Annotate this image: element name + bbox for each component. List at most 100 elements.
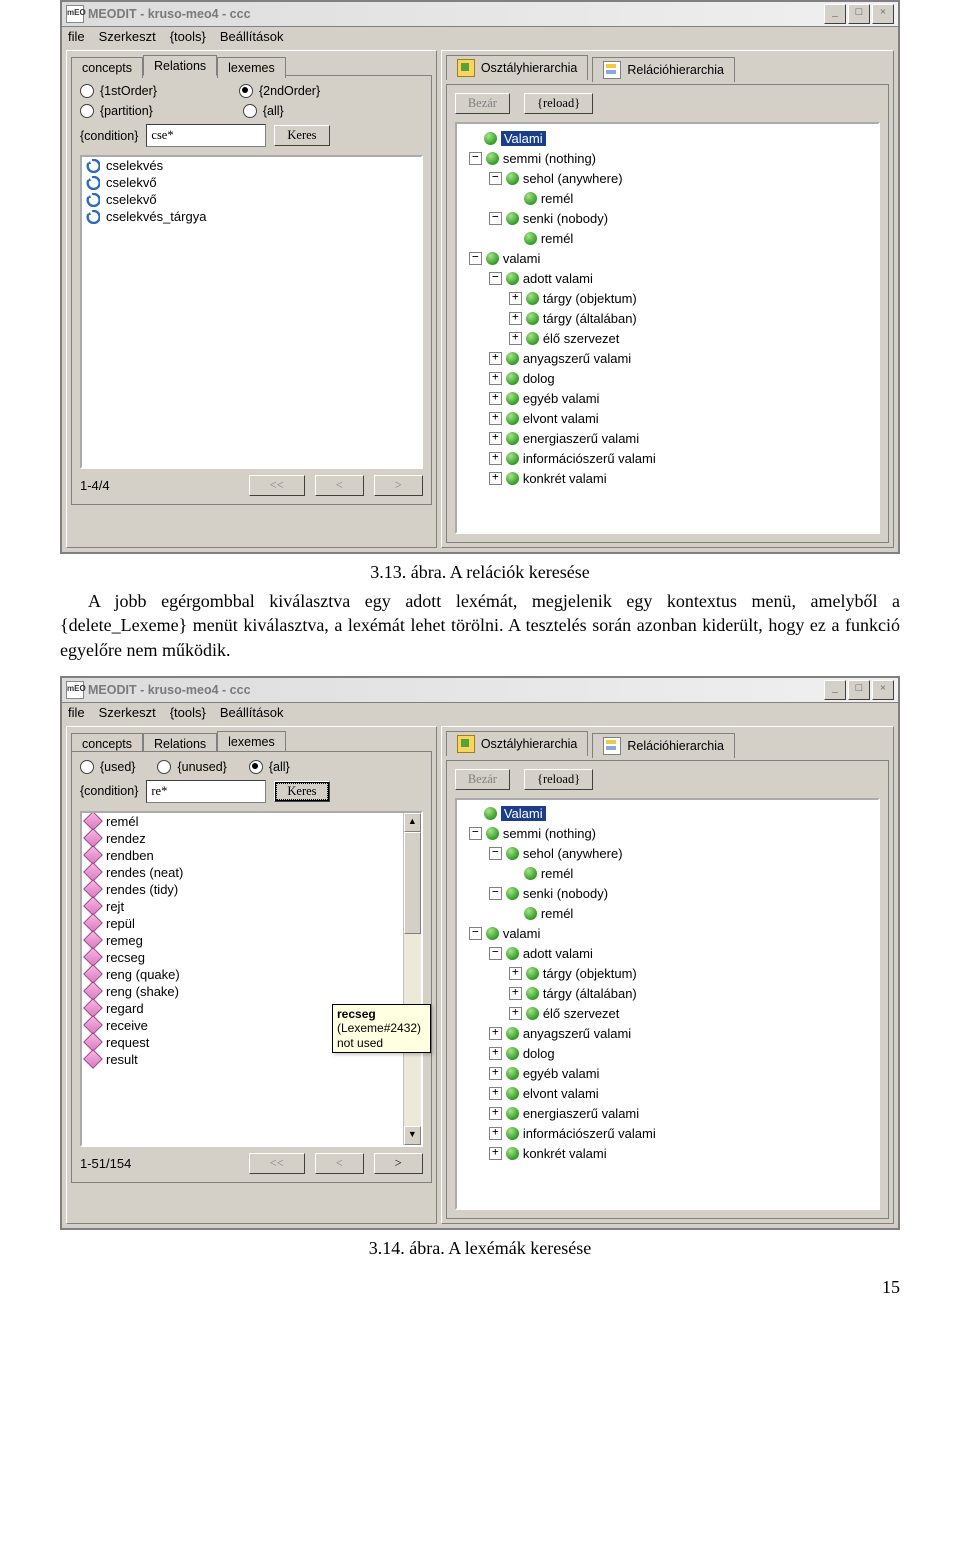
tab-lexemes[interactable]: lexemes	[217, 731, 286, 752]
pager-prev-all-button[interactable]: <<	[249, 1153, 305, 1174]
tree-node[interactable]: −valami	[461, 248, 874, 268]
tab-lexemes[interactable]: lexemes	[217, 57, 286, 78]
menu-szerkeszt[interactable]: Szerkeszt	[99, 29, 156, 44]
tree-node[interactable]: +anyagszerű valami	[461, 1024, 874, 1044]
radio-all[interactable]: {all}	[249, 760, 290, 774]
expand-icon[interactable]: +	[489, 472, 502, 485]
tree-node[interactable]: −senki (nobody)	[461, 884, 874, 904]
tree-node[interactable]: +élő szervezet	[461, 328, 874, 348]
expand-icon[interactable]: +	[509, 332, 522, 345]
collapse-icon[interactable]: −	[489, 887, 502, 900]
tree-node[interactable]: remél	[461, 228, 874, 248]
list-item[interactable]: cselekvő	[82, 191, 421, 208]
tree-node[interactable]: +tárgy (általában)	[461, 308, 874, 328]
reload-button[interactable]: {reload}	[524, 769, 593, 790]
tree-node[interactable]: +konkrét valami	[461, 468, 874, 488]
expand-icon[interactable]: +	[489, 372, 502, 385]
scroll-thumb[interactable]	[404, 832, 421, 934]
collapse-icon[interactable]: −	[489, 947, 502, 960]
close-panel-button[interactable]: Bezár	[455, 93, 510, 114]
expand-icon[interactable]: +	[509, 312, 522, 325]
expand-icon[interactable]: +	[489, 1087, 502, 1100]
reload-button[interactable]: {reload}	[524, 93, 593, 114]
expand-icon[interactable]: +	[489, 1027, 502, 1040]
collapse-icon[interactable]: −	[489, 172, 502, 185]
tree-node[interactable]: +elvont valami	[461, 1084, 874, 1104]
tree-node[interactable]: +anyagszerű valami	[461, 348, 874, 368]
list-item[interactable]: rejt	[82, 898, 421, 915]
tab-relations[interactable]: Relations	[143, 55, 217, 76]
collapse-icon[interactable]: −	[469, 252, 482, 265]
class-hierarchy-tree[interactable]: Valami−semmi (nothing)−sehol (anywhere)r…	[455, 798, 880, 1210]
tree-node[interactable]: +információszerű valami	[461, 448, 874, 468]
collapse-icon[interactable]: −	[469, 927, 482, 940]
tab-relaciohierarchia[interactable]: Relációhierarchia	[592, 733, 735, 758]
tree-node[interactable]: −sehol (anywhere)	[461, 844, 874, 864]
close-panel-button[interactable]: Bezár	[455, 769, 510, 790]
collapse-icon[interactable]: −	[489, 272, 502, 285]
list-item[interactable]: cselekvő	[82, 174, 421, 191]
radio-unused[interactable]: {unused}	[157, 760, 226, 774]
tree-node[interactable]: +információszerű valami	[461, 1124, 874, 1144]
expand-icon[interactable]: +	[509, 967, 522, 980]
radio-used[interactable]: {used}	[80, 760, 135, 774]
menu-beallitasok[interactable]: Beállítások	[220, 29, 284, 44]
tree-node[interactable]: remél	[461, 864, 874, 884]
tab-relaciohierarchia[interactable]: Relációhierarchia	[592, 57, 735, 82]
tree-node[interactable]: +konkrét valami	[461, 1144, 874, 1164]
expand-icon[interactable]: +	[489, 1107, 502, 1120]
pager-next-button[interactable]: >	[374, 1153, 423, 1174]
tab-concepts[interactable]: concepts	[71, 57, 143, 78]
tab-osztalyhierarchia[interactable]: Osztályhierarchia	[446, 731, 589, 756]
collapse-icon[interactable]: −	[469, 152, 482, 165]
results-list[interactable]: cselekvéscselekvőcselekvőcselekvés_tárgy…	[80, 155, 423, 469]
menu-szerkeszt[interactable]: Szerkeszt	[99, 705, 156, 720]
menu-file[interactable]: file	[68, 29, 85, 44]
radio-all[interactable]: {all}	[243, 104, 284, 118]
tree-node[interactable]: +tárgy (objektum)	[461, 964, 874, 984]
tree-node[interactable]: Valami	[461, 128, 874, 148]
expand-icon[interactable]: +	[489, 352, 502, 365]
expand-icon[interactable]: +	[489, 432, 502, 445]
tree-node[interactable]: −valami	[461, 924, 874, 944]
pager-prev-all-button[interactable]: <<	[249, 475, 305, 496]
tree-node[interactable]: +energiaszerű valami	[461, 428, 874, 448]
collapse-icon[interactable]: −	[489, 212, 502, 225]
collapse-icon[interactable]: −	[469, 827, 482, 840]
menu-file[interactable]: file	[68, 705, 85, 720]
close-button[interactable]: ×	[872, 4, 894, 24]
radio-1storder[interactable]: {1stOrder}	[80, 84, 157, 98]
menu-tools[interactable]: {tools}	[170, 29, 206, 44]
tree-node[interactable]: remél	[461, 188, 874, 208]
scroll-down-icon[interactable]: ▼	[404, 1126, 421, 1145]
expand-icon[interactable]: +	[489, 1067, 502, 1080]
list-item[interactable]: remél	[82, 813, 421, 830]
condition-input[interactable]	[146, 124, 266, 147]
tree-node[interactable]: −senki (nobody)	[461, 208, 874, 228]
tree-node[interactable]: +élő szervezet	[461, 1004, 874, 1024]
expand-icon[interactable]: +	[489, 1127, 502, 1140]
scroll-up-icon[interactable]: ▲	[404, 813, 421, 832]
list-item[interactable]: rendes (neat)	[82, 864, 421, 881]
scrollbar[interactable]: ▲ ▼	[403, 813, 421, 1145]
menu-beallitasok[interactable]: Beállítások	[220, 705, 284, 720]
list-item[interactable]: reng (quake)	[82, 966, 421, 983]
class-hierarchy-tree[interactable]: Valami−semmi (nothing)−sehol (anywhere)r…	[455, 122, 880, 534]
tree-node[interactable]: +tárgy (objektum)	[461, 288, 874, 308]
list-item[interactable]: rendben	[82, 847, 421, 864]
minimize-button[interactable]: _	[824, 680, 846, 700]
results-list[interactable]: ▲ ▼ remélrendezrendbenrendes (neat)rende…	[80, 811, 423, 1147]
expand-icon[interactable]: +	[489, 392, 502, 405]
tree-node[interactable]: −sehol (anywhere)	[461, 168, 874, 188]
tab-osztalyhierarchia[interactable]: Osztályhierarchia	[446, 55, 589, 80]
tree-node[interactable]: Valami	[461, 804, 874, 824]
tree-node[interactable]: +elvont valami	[461, 408, 874, 428]
list-item[interactable]: remeg	[82, 932, 421, 949]
radio-2ndorder[interactable]: {2ndOrder}	[239, 84, 320, 98]
expand-icon[interactable]: +	[509, 1007, 522, 1020]
expand-icon[interactable]: +	[509, 292, 522, 305]
tree-node[interactable]: +egyéb valami	[461, 388, 874, 408]
expand-icon[interactable]: +	[509, 987, 522, 1000]
pager-prev-button[interactable]: <	[315, 475, 364, 496]
condition-input[interactable]	[146, 780, 266, 803]
